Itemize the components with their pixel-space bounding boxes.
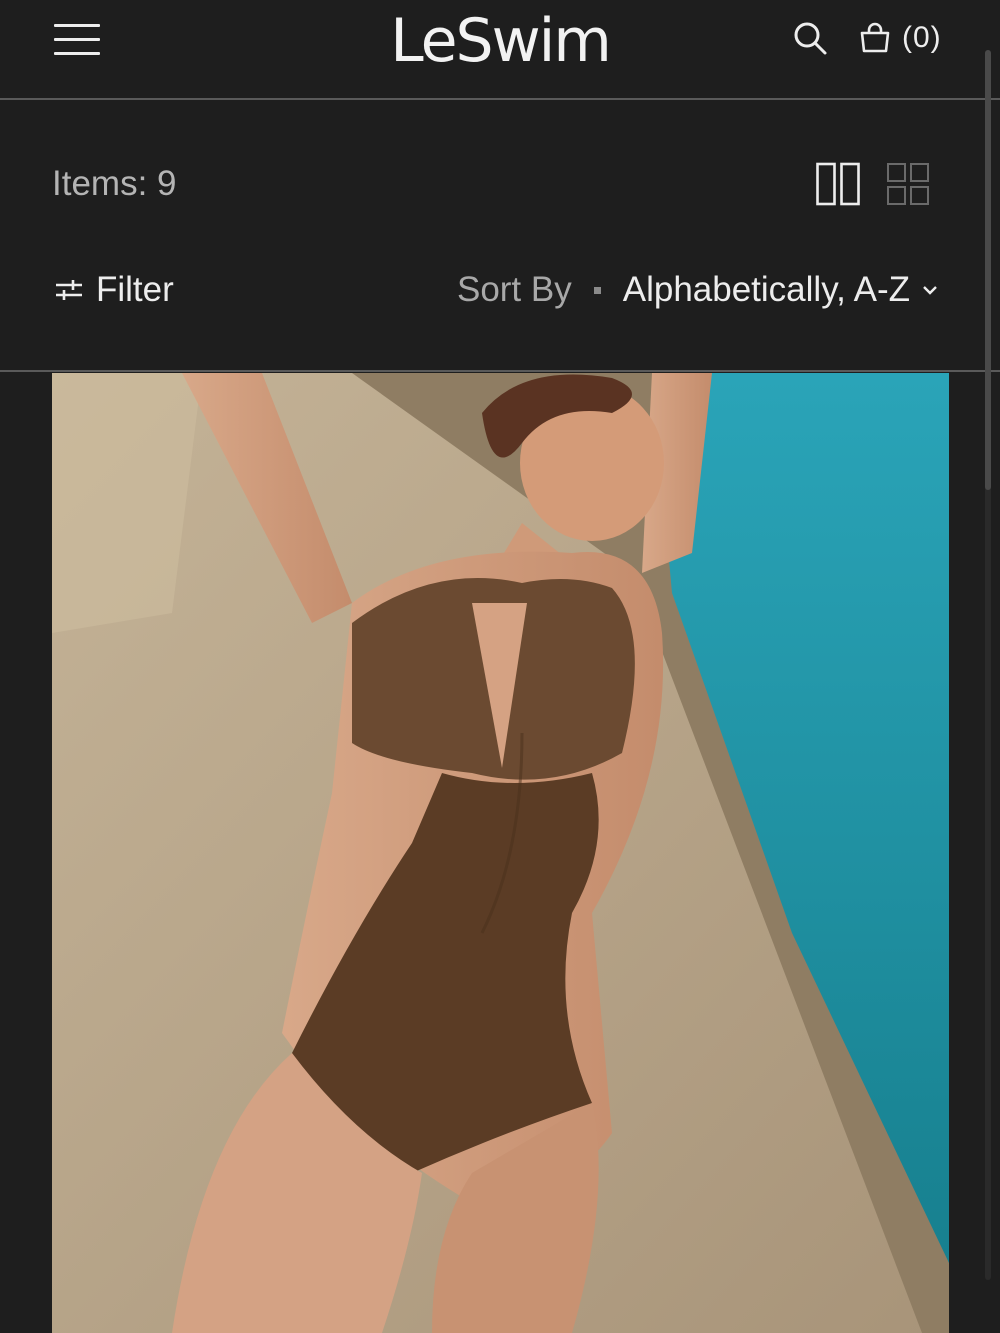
four-column-view-icon[interactable] [886,162,930,206]
sort-by-label: Sort By [456,270,572,309]
sliders-icon [56,280,82,300]
scrollbar[interactable] [985,50,991,1280]
swimsuit-photo [52,373,949,1333]
sort-control: Sort By Alphabetically, A-Z [457,270,938,310]
hamburger-menu-icon[interactable] [54,20,102,58]
shopping-bag-icon [860,22,890,53]
chevron-down-icon[interactable] [922,284,938,296]
brand-logo[interactable]: LeSwim [350,0,650,96]
items-count: Items: 9 [52,164,177,203]
search-icon[interactable] [792,20,828,56]
two-column-view-icon[interactable] [816,162,860,206]
sort-select[interactable]: Alphabetically, A-Z [623,270,910,310]
cart-count: (0) [902,21,942,54]
collection-toolbar: Items: 9 Filter Sort By Alphabetically, … [0,100,1000,372]
separator-dot [593,286,601,294]
site-header: LeSwim (0) [0,0,1000,100]
scrollbar-thumb[interactable] [985,50,991,490]
filter-button[interactable]: Filter [54,270,174,310]
filter-label: Filter [96,270,174,309]
product-image[interactable] [52,373,949,1333]
cart-button[interactable]: (0) [858,18,942,58]
